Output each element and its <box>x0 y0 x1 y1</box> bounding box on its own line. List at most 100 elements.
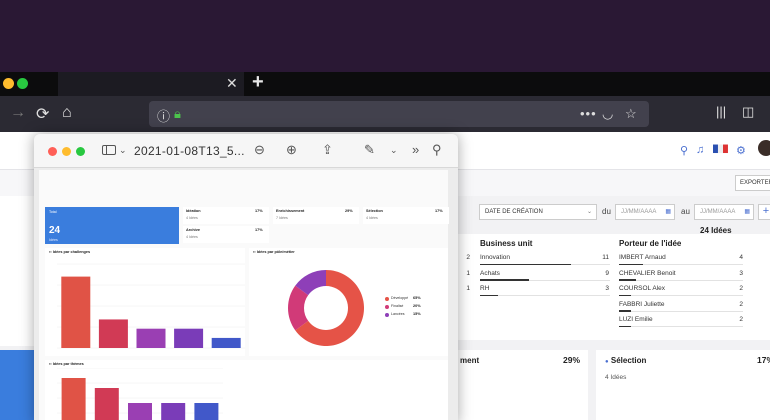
sidebar-icon[interactable] <box>102 145 116 155</box>
date-from-input[interactable]: JJ/MM/AAAA ▦ <box>615 204 675 220</box>
mini-card-percent: 29% <box>345 209 353 213</box>
porteur-value: 2 <box>739 285 743 292</box>
add-filter-button[interactable]: + <box>758 204 770 220</box>
date-from-label: du <box>602 207 611 216</box>
porteur-label: FABBRI Juliette <box>619 300 665 308</box>
porteur-label: LUZI Emilie <box>619 316 653 323</box>
date-filter-label: DATE DE CRÉATION <box>485 209 543 215</box>
total-card: Total 24 Idées <box>45 207 179 244</box>
window-zoom-button[interactable] <box>17 78 28 89</box>
pocket-icon[interactable]: ◡ <box>602 106 613 122</box>
lock-icon[interactable]: 🔒︎ <box>174 106 181 122</box>
legend-item: Lancées 15% <box>385 312 445 320</box>
mini-card-percent: 17% <box>255 209 263 213</box>
chevron-down-icon: ⌄ <box>586 209 592 215</box>
legend-item: Développé 65% <box>385 296 445 304</box>
porteur-track <box>619 326 743 327</box>
mini-card-percent: 17% <box>435 209 443 213</box>
chevron-down-icon[interactable]: ⌄ <box>390 145 398 156</box>
chart-challenges-title-text: Idées par challenges <box>52 250 91 254</box>
date-to-placeholder: JJ/MM/AAAA <box>700 209 736 215</box>
porteur-label: COURSOL Alex <box>619 285 665 292</box>
share-icon[interactable]: ⇪ <box>322 142 333 158</box>
markup-pen-icon[interactable]: ✎ <box>364 142 375 158</box>
legend-item: Finalisé 20% <box>385 304 445 312</box>
chevron-down-icon[interactable]: ⌄ <box>119 145 127 156</box>
porteur-value: 2 <box>739 316 743 323</box>
legend-percent: 15% <box>413 312 421 316</box>
report-mini-card: Enrichissement 29% 7 Idées <box>273 207 359 224</box>
page-actions-icon[interactable]: ••• <box>580 106 597 121</box>
calendar-icon: ▦ <box>744 209 750 215</box>
porteur-value: 3 <box>739 269 743 277</box>
chart-themes-card: ▪▪ Idées par thèmes <box>45 360 448 420</box>
porteur-track <box>619 310 743 312</box>
porteur-value: 4 <box>739 254 743 261</box>
zoom-window-button[interactable] <box>76 147 85 156</box>
mini-card-name: Archive <box>186 228 200 232</box>
search-icon[interactable]: ⚲ <box>432 142 442 158</box>
forward-arrow-icon[interactable]: → <box>10 104 26 122</box>
bar <box>61 378 86 420</box>
search-icon[interactable]: ⚲ <box>680 144 688 157</box>
browser-tab[interactable] <box>58 72 244 96</box>
date-to-label: au <box>681 207 690 216</box>
porteur-track <box>619 295 743 296</box>
language-flag-icon[interactable]: ███ <box>713 146 728 153</box>
bar <box>161 403 186 420</box>
left-panel <box>0 196 34 346</box>
sidebar-toggle-icon[interactable]: ◫ <box>742 104 754 120</box>
home-icon[interactable]: ⌂ <box>62 104 72 122</box>
porteur-bar <box>619 263 643 265</box>
business-unit-title: Business unit <box>480 239 533 248</box>
minimize-window-button[interactable] <box>62 147 71 156</box>
porteur-bar <box>619 294 632 296</box>
date-to-input[interactable]: JJ/MM/AAAA ▦ <box>694 204 754 220</box>
export-button[interactable]: EXPORTER <box>735 175 770 191</box>
business-unit-value: 3 <box>605 285 609 292</box>
library-icon[interactable]: ||| <box>716 104 726 119</box>
mini-card-percent: 17% <box>255 228 263 232</box>
settings-gear-icon[interactable]: ⚙ <box>736 144 746 157</box>
business-unit-value: 9 <box>605 269 609 277</box>
user-avatar[interactable] <box>758 140 770 156</box>
zoom-out-icon[interactable]: ⊖ <box>254 142 265 158</box>
porteur-track <box>619 279 743 281</box>
date-filter-select[interactable]: DATE DE CRÉATION ⌄ <box>479 204 597 220</box>
total-value: 24 <box>49 225 61 236</box>
window-minimize-button[interactable] <box>3 78 14 89</box>
left-table-value: 1 <box>466 285 470 292</box>
zoom-in-icon[interactable]: ⊕ <box>286 142 297 158</box>
new-tab-icon[interactable]: + <box>252 71 264 94</box>
preview-window: ⌄ 2021-01-08T13_5... ⊖ ⊕ ⇪ ✎ ⌄ » ⚲ Total… <box>34 134 458 420</box>
porteur-bar <box>619 279 637 281</box>
business-unit-track <box>480 295 610 296</box>
bar <box>61 276 91 348</box>
reload-icon[interactable]: ⟳ <box>36 104 49 124</box>
total-label: Total <box>49 210 57 214</box>
bookmark-star-icon[interactable]: ☆ <box>625 106 637 122</box>
bar <box>98 319 128 348</box>
date-from-placeholder: JJ/MM/AAAA <box>621 209 657 215</box>
mini-card-subtitle: 7 Idées <box>276 216 288 220</box>
chart-challenges <box>57 263 245 349</box>
more-tools-icon[interactable]: » <box>412 142 419 157</box>
chart-themes-title: ▪▪ Idées par thèmes <box>49 362 84 366</box>
business-unit-value: 11 <box>602 254 609 261</box>
bar <box>174 328 204 348</box>
bar <box>194 403 219 420</box>
mini-card-subtitle: 4 Idées <box>366 216 378 220</box>
tab-close-icon[interactable]: ✕ <box>226 75 238 92</box>
document-page: Total 24 Idées Idéation 17% 4 Idées Enrichi… <box>39 170 449 420</box>
chart-themes <box>57 368 223 420</box>
url-bar[interactable] <box>149 101 649 127</box>
business-unit-bar <box>480 263 571 265</box>
close-window-button[interactable] <box>48 147 57 156</box>
info-icon[interactable]: ⓘ <box>157 106 170 125</box>
legend-swatch <box>385 305 389 309</box>
chart-challenges-title: ▪▪ Idées par challenges <box>49 250 91 254</box>
porteur-bar <box>619 310 632 312</box>
legend-label: Finalisé <box>391 304 404 308</box>
notification-bell-icon[interactable]: ♫ <box>696 144 704 156</box>
dot-icon: ● <box>605 359 609 365</box>
